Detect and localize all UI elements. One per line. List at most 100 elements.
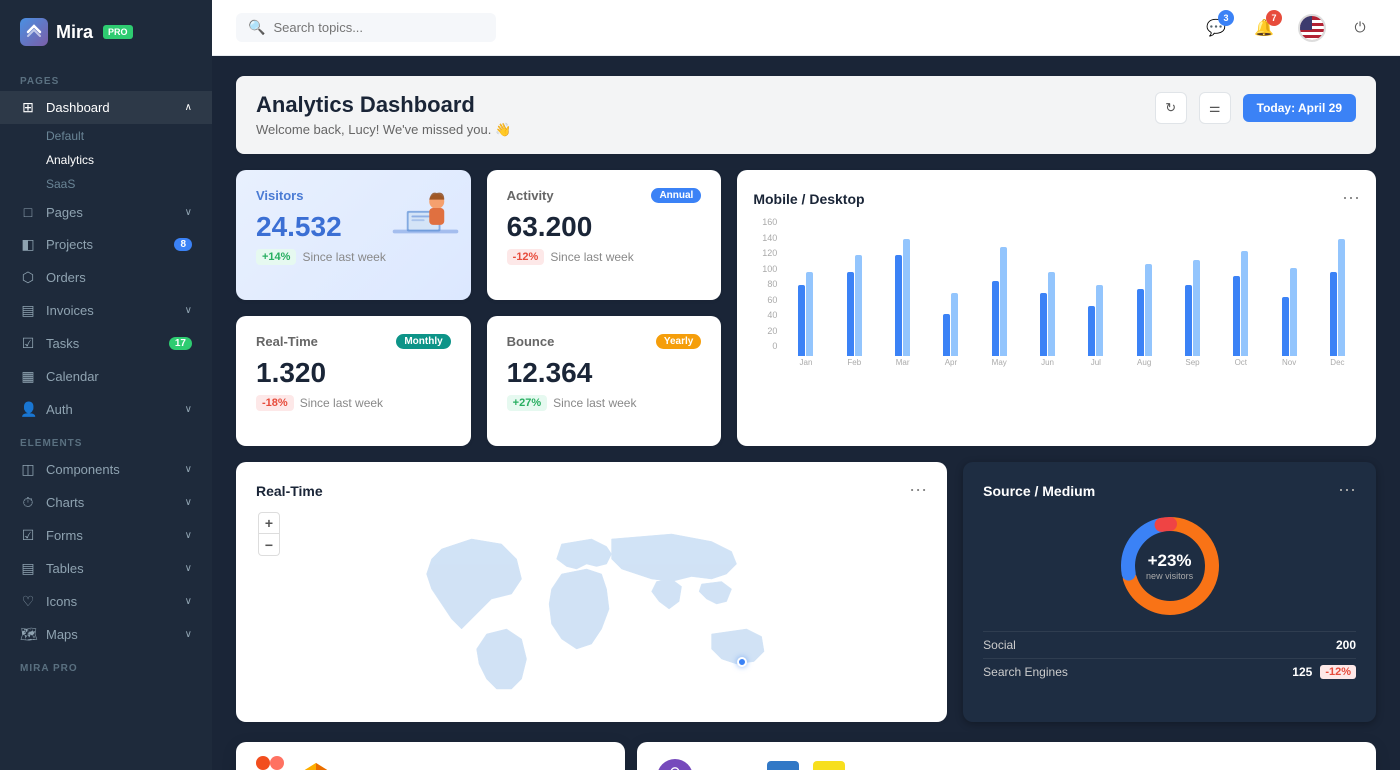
bar-label: Aug [1137,358,1151,367]
sidebar-item-tasks[interactable]: ☑ Tasks 17 [0,327,212,360]
bar-light [1290,268,1297,356]
y-80: 80 [753,279,777,289]
realtime-change: -18% Since last week [256,395,451,411]
projects-icon: ◧ [20,236,36,253]
realtime-card-header: Real-Time Monthly [256,334,451,349]
bar-dark [1185,285,1192,356]
chart-with-axis: 160 140 120 100 80 60 40 20 0 JanFebMarA… [753,217,1360,367]
sidebar-item-calendar[interactable]: ▦ Calendar [0,360,212,393]
today-button[interactable]: Today: April 29 [1243,94,1356,122]
bar-chart-area: JanFebMarAprMayJunJulAugSepOctNovDec [783,217,1360,367]
javascript-icon: JS [813,761,845,770]
sidebar-label-dashboard: Dashboard [46,100,110,115]
auth-icon: 👤 [20,401,36,418]
chart-header: Mobile / Desktop ⋯ [753,188,1360,209]
refresh-button[interactable]: ↻ [1155,92,1187,124]
figma-sketch-card [236,742,625,770]
bar-dark [1282,297,1289,356]
sidebar-item-projects[interactable]: ◧ Projects 8 [0,228,212,261]
bar-dark [992,281,999,356]
sidebar-item-components[interactable]: ◫ Components ∨ [0,453,212,486]
source-header: Source / Medium ⋯ [983,480,1356,501]
chevron-icon-components: ∨ [185,464,192,475]
realtime-change-label: Since last week [300,396,383,410]
bar-group: Aug [1122,264,1167,367]
bar-label: Jul [1091,358,1101,367]
power-button[interactable]: ⏻ [1344,12,1376,44]
sidebar-item-icons[interactable]: ♡ Icons ∨ [0,585,212,618]
sketch-icon [298,761,334,770]
maps-icon: 🗺 [20,626,36,643]
filter-button[interactable]: ⚌ [1199,92,1231,124]
search-box[interactable]: 🔍 [236,13,496,42]
sidebar-item-auth[interactable]: 👤 Auth ∨ [0,393,212,426]
pages-icon: □ [20,204,36,220]
sidebar-label-forms: Forms [46,528,83,543]
zoom-in-button[interactable]: + [258,512,280,534]
y-100: 100 [753,264,777,274]
map-header: Real-Time ⋯ [256,480,927,501]
y-60: 60 [753,295,777,305]
bounce-change: +27% Since last week [507,395,702,411]
sidebar-item-invoices[interactable]: ▤ Invoices ∨ [0,294,212,327]
realtime-badge: Monthly [396,334,450,349]
bar-dark [943,314,950,356]
sidebar-label-tasks: Tasks [46,336,79,351]
chart-more-button[interactable]: ⋯ [1342,188,1360,209]
chevron-icon-forms: ∨ [185,530,192,541]
sidebar-subitem-default[interactable]: Default [0,124,212,148]
topbar-actions: 💬 3 🔔 7 [1200,12,1376,44]
sidebar-label-charts: Charts [46,495,84,510]
sidebar-subitem-analytics[interactable]: Analytics [0,148,212,172]
sidebar-section-pages: PAGES [0,64,212,91]
sidebar-label-maps: Maps [46,627,78,642]
sidebar-label-tables: Tables [46,561,84,576]
alerts-button[interactable]: 🔔 7 [1248,12,1280,44]
bar-label: Sep [1185,358,1199,367]
filter-icon: ⚌ [1209,100,1221,116]
bar-group: Jan [783,272,828,367]
bar-dark [1137,289,1144,356]
sidebar-item-dashboard[interactable]: ⊞ Dashboard ∧ [0,91,212,124]
bar-light [806,272,813,356]
sidebar-item-forms[interactable]: ☑ Forms ∨ [0,519,212,552]
sidebar-label-orders: Orders [46,270,86,285]
sidebar-label-pages: Pages [46,205,83,220]
sidebar-section-elements: ELEMENTS [0,426,212,453]
source-more-button[interactable]: ⋯ [1338,480,1356,501]
bar-label: Apr [945,358,957,367]
tech-stack-card: NEXT.js TS JS [637,742,1376,770]
pro-badge: PRO [103,25,133,39]
bar-light [855,255,862,356]
projects-badge: 8 [174,238,192,251]
activity-change: -12% Since last week [507,249,702,265]
sidebar-item-tables[interactable]: ▤ Tables ∨ [0,552,212,585]
mobile-desktop-chart-card: Mobile / Desktop ⋯ 160 140 120 100 80 60… [737,170,1376,446]
donut-center-text: +23% new visitors [1146,551,1193,581]
source-list: Social 200 Search Engines 125 -12% [983,631,1356,685]
source-value-search: 125 [1292,665,1312,679]
sidebar-item-orders[interactable]: ⬡ Orders [0,261,212,294]
realtime-card: Real-Time Monthly 1.320 -18% Since last … [236,316,471,446]
map-more-button[interactable]: ⋯ [909,480,927,501]
zoom-out-button[interactable]: − [258,534,280,556]
chevron-icon-maps: ∨ [185,629,192,640]
logo-text: Mira [56,22,93,43]
language-selector[interactable] [1296,12,1328,44]
bar-dark [895,255,902,356]
orders-icon: ⬡ [20,269,36,286]
sidebar-subitem-saas[interactable]: SaaS [0,172,212,196]
notifications-button[interactable]: 💬 3 [1200,12,1232,44]
sidebar-item-charts[interactable]: ⏱ Charts ∨ [0,486,212,519]
sidebar-item-maps[interactable]: 🗺 Maps ∨ [0,618,212,651]
chevron-icon-invoices: ∨ [185,305,192,316]
search-input[interactable] [273,20,473,35]
chevron-icon-pages: ∨ [185,207,192,218]
sidebar: Mira PRO PAGES ⊞ Dashboard ∧ Default Ana… [0,0,212,770]
sidebar-item-pages[interactable]: □ Pages ∨ [0,196,212,228]
sidebar-label-auth: Auth [46,402,73,417]
bar-light [1338,239,1345,356]
y-20: 20 [753,326,777,336]
bar-light [951,293,958,356]
page-header-left: Analytics Dashboard Welcome back, Lucy! … [256,92,511,138]
